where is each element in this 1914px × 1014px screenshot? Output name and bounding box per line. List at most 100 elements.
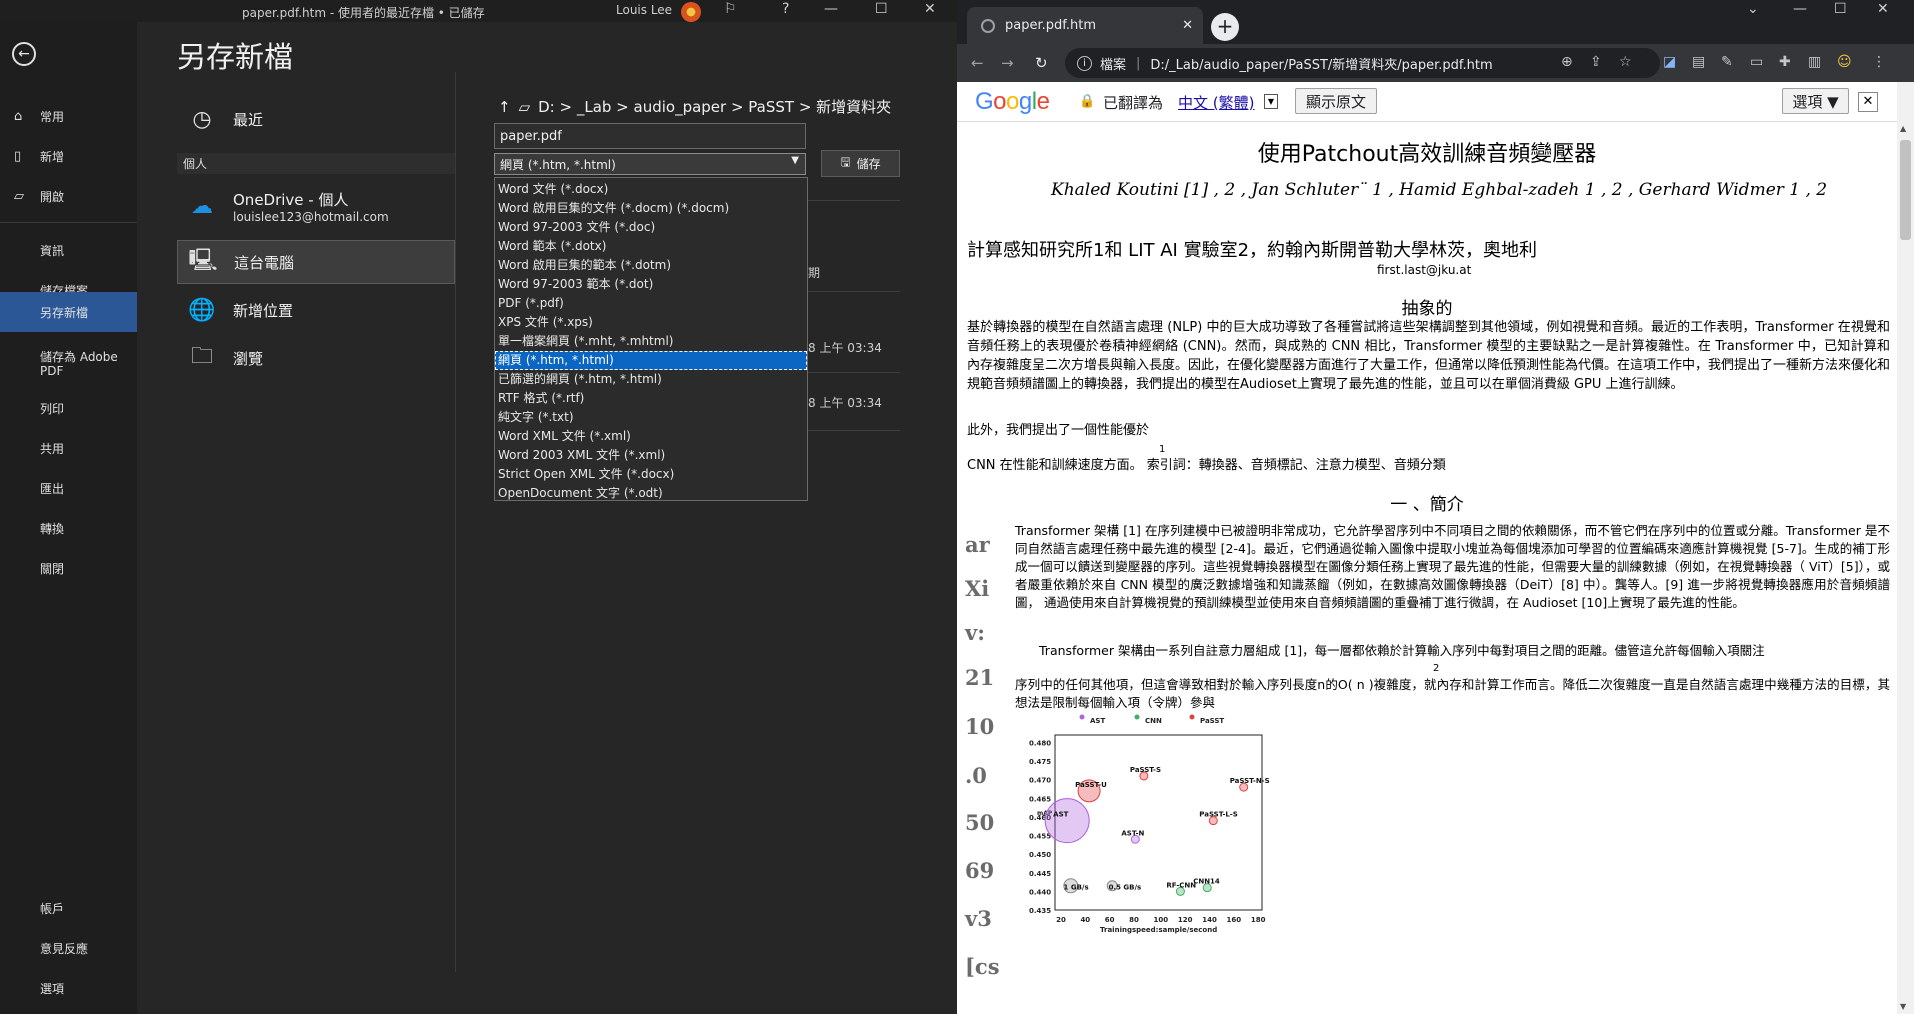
close-icon[interactable]: ✕	[924, 1, 936, 17]
nav-print[interactable]: 列印	[0, 390, 137, 426]
nav-label: 常用	[40, 109, 65, 124]
filetype-option[interactable]: Word 97-2003 文件 (*.doc)	[495, 218, 807, 237]
folder-path[interactable]: D: > _Lab > audio_paper > PaSST > 新增資料夾	[538, 96, 891, 117]
y-tick-label: 0.455	[1029, 833, 1051, 841]
edit-icon[interactable]: ✎	[1721, 54, 1733, 70]
cloud-icon: ☁	[191, 193, 213, 219]
y-tick-label: 0.470	[1029, 777, 1051, 785]
puzzle-icon[interactable]: ✚	[1779, 54, 1791, 70]
filetype-option[interactable]: 單一檔案網頁 (*.mht, *.mhtml)	[495, 332, 807, 351]
section-heading: 一 、簡介	[1390, 495, 1464, 515]
share-icon[interactable]: ⇪	[1590, 54, 1602, 70]
filetype-option[interactable]: Word 範本 (*.dotx)	[495, 237, 807, 256]
nav-new[interactable]: ▯ 新增	[0, 138, 137, 174]
nav-label: 開啟	[40, 189, 65, 204]
nav-account[interactable]: 帳戶	[0, 890, 137, 926]
translate-close-button[interactable]: ✕	[1858, 92, 1878, 112]
clock-icon: ◷	[192, 106, 212, 132]
filetype-option-selected[interactable]: 網頁 (*.htm, *.html)	[495, 351, 807, 370]
user-name[interactable]: Louis Lee	[616, 3, 672, 17]
location-onedrive[interactable]: ☁ OneDrive - 個人 louislee123@hotmail.com	[177, 184, 455, 228]
section-personal: 個人	[177, 153, 455, 174]
filetype-option[interactable]: OpenDocument 文字 (*.odt)	[495, 484, 807, 503]
info-icon[interactable]: i	[1077, 55, 1092, 71]
language-dropdown-icon[interactable]: ▼	[1264, 94, 1278, 109]
nav-info[interactable]: 資訊	[0, 232, 137, 268]
filetype-option[interactable]: Word 文件 (*.docx)	[495, 180, 807, 199]
scrollbar-thumb[interactable]	[1900, 140, 1911, 240]
back-arrow-icon[interactable]: ←	[12, 42, 36, 66]
maximize-icon[interactable]: ☐	[1834, 1, 1847, 17]
filetype-option[interactable]: XPS 文件 (*.xps)	[495, 313, 807, 332]
close-icon[interactable]: ✕	[1877, 1, 1889, 17]
filetype-option[interactable]: Word 97-2003 範本 (*.dot)	[495, 275, 807, 294]
extension-icon[interactable]: ▭	[1750, 54, 1763, 70]
nav-share[interactable]: 共用	[0, 430, 137, 466]
filetype-option[interactable]: PDF (*.pdf)	[495, 294, 807, 313]
help-icon[interactable]: ?	[782, 1, 789, 17]
nav-label: 匯出	[40, 481, 65, 496]
location-add-place[interactable]: 🌐 新增位置	[177, 288, 455, 332]
breadcrumb: ↑ ▱ D: > _Lab > audio_paper > PaSST > 新增…	[498, 96, 891, 117]
filename-input[interactable]	[494, 123, 806, 149]
reader-icon[interactable]: ▤	[1692, 54, 1705, 70]
filetype-option[interactable]: 已篩選的網頁 (*.htm, *.html)	[495, 370, 807, 389]
filetype-option[interactable]: Word XML 文件 (*.xml)	[495, 427, 807, 446]
language-link[interactable]: 中文 (繁體)	[1178, 92, 1254, 113]
scatter-chart: AST CNN PaSST 20 40 60 80 100 120 140 160 180 0.435 0…	[1029, 714, 1270, 934]
nav-feedback[interactable]: 意見反應	[0, 930, 137, 966]
tab-search-icon[interactable]: ⌄	[1747, 1, 1759, 17]
x-axis-label: Trainingspeed:sample/second	[1100, 926, 1217, 934]
show-original-button[interactable]: 顯示原文	[1295, 88, 1377, 114]
translate-options-button[interactable]: 選項 ▼	[1782, 88, 1849, 114]
maximize-icon[interactable]: ☐	[875, 1, 888, 17]
forward-arrow-icon[interactable]: →	[1001, 54, 1014, 72]
nav-export[interactable]: 匯出	[0, 470, 137, 506]
nav-label: 帳戶	[40, 901, 65, 916]
data-point-label: CNN14	[1193, 878, 1220, 886]
scroll-down-icon[interactable]: ▼	[1900, 1002, 1906, 1011]
menu-kebab-icon[interactable]: ⋮	[1872, 54, 1886, 70]
location-browse[interactable]: 🗀 瀏覽	[177, 336, 455, 380]
nav-save-adobe-pdf[interactable]: 儲存為 Adobe PDF	[0, 344, 137, 384]
data-point-label: PaSST-N-S	[1230, 777, 1270, 785]
nav-save-as[interactable]: 另存新檔	[0, 292, 137, 332]
nav-transform[interactable]: 轉換	[0, 510, 137, 546]
profile-avatar-icon[interactable]: ☺	[1837, 54, 1852, 70]
folder-icon: ▱	[518, 97, 531, 116]
bookmark-star-icon[interactable]: ☆	[1619, 54, 1632, 70]
nav-options[interactable]: 選項	[0, 970, 137, 1006]
filetype-option[interactable]: Strict Open XML 文件 (*.docx)	[495, 465, 807, 484]
nav-open[interactable]: ▱ 開啟	[0, 178, 137, 214]
reload-icon[interactable]: ↻	[1035, 54, 1048, 72]
coauthoring-icon[interactable]: ⚐	[724, 1, 737, 17]
location-this-pc[interactable]: 🖳 這台電腦	[177, 240, 455, 284]
filetype-option[interactable]: 純文字 (*.txt)	[495, 408, 807, 427]
chrome-window: paper.pdf.htm ✕ + ⌄ — ☐ ✕ ← → ↻ i 檔案 | D…	[957, 0, 1914, 1014]
filetype-option[interactable]: Word 啟用巨集的範本 (*.dotm)	[495, 256, 807, 275]
filetype-option[interactable]: Word 啟用巨集的文件 (*.docm) (*.docm)	[495, 199, 807, 218]
minimize-icon[interactable]: —	[1793, 1, 1807, 17]
filetype-select[interactable]: 網頁 (*.htm, *.html) ▼	[494, 153, 806, 175]
tab-active[interactable]: paper.pdf.htm ✕	[967, 7, 1203, 44]
back-arrow-icon[interactable]: ←	[971, 54, 984, 72]
new-doc-icon: ▯	[14, 148, 22, 164]
save-button[interactable]: 🖫 儲存	[821, 150, 900, 177]
up-arrow-icon[interactable]: ↑	[498, 98, 511, 116]
side-panel-icon[interactable]: ▥	[1808, 54, 1821, 70]
nav-home[interactable]: ⌂ 常用	[0, 98, 137, 134]
nav-close[interactable]: 關閉	[0, 550, 137, 586]
filetype-option[interactable]: RTF 格式 (*.rtf)	[495, 389, 807, 408]
minimize-icon[interactable]: —	[824, 1, 838, 17]
avatar[interactable]	[681, 2, 701, 22]
translate-icon[interactable]: ◪	[1663, 54, 1676, 70]
new-tab-button[interactable]: +	[1211, 13, 1239, 41]
zoom-icon[interactable]: ⊕	[1561, 54, 1573, 70]
legend-label: AST	[1090, 717, 1105, 725]
scroll-up-icon[interactable]: ▲	[1900, 124, 1906, 133]
data-point-label: RF-CNN	[1166, 881, 1196, 889]
close-tab-icon[interactable]: ✕	[1182, 18, 1193, 33]
filetype-option[interactable]: Word 2003 XML 文件 (*.xml)	[495, 446, 807, 465]
intro-paragraph: Transformer 架構由一系列自註意力層組成 [1]，每一層都依賴於計算輸…	[1039, 643, 1765, 658]
location-recent[interactable]: ◷ 最近	[177, 97, 455, 141]
